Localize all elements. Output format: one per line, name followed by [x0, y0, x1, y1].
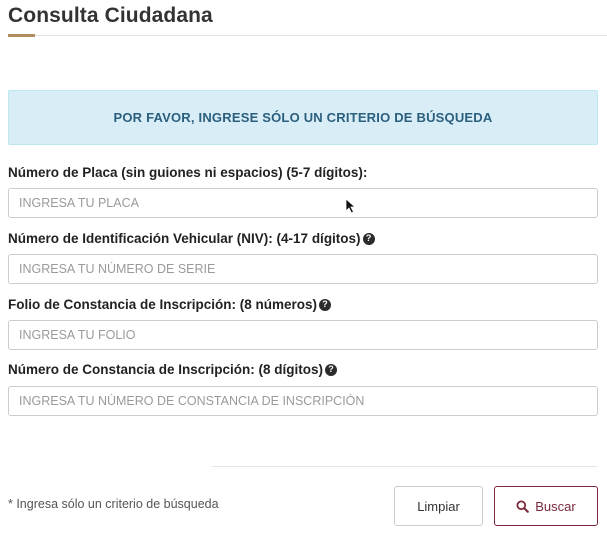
folio-input[interactable] — [8, 320, 598, 350]
clear-button-label: Limpiar — [417, 498, 460, 514]
footer-note: * Ingresa sólo un criterio de búsqueda — [8, 497, 219, 511]
vin-input[interactable] — [8, 254, 598, 284]
certificate-input[interactable] — [8, 386, 598, 416]
folio-label-text: Folio de Constancia de Inscripción: (8 n… — [8, 297, 318, 312]
question-circle-icon[interactable]: ? — [362, 232, 375, 245]
certificate-label: Número de Constancia de Inscripción: (8 … — [8, 362, 338, 377]
page-title: Consulta Ciudadana — [8, 4, 213, 27]
plate-label-text: Número de Placa (sin guiones ni espacios… — [8, 165, 368, 180]
plate-input[interactable] — [8, 188, 598, 218]
folio-label: Folio de Constancia de Inscripción: (8 n… — [8, 297, 332, 312]
vin-label: Número de Identificación Vehicular (NIV)… — [8, 231, 375, 246]
search-criteria-alert: POR FAVOR, INGRESE SÓLO UN CRITERIO DE B… — [8, 90, 598, 145]
question-circle-icon[interactable]: ? — [325, 363, 338, 376]
clear-button[interactable]: Limpiar — [394, 486, 483, 526]
vin-label-text: Número de Identificación Vehicular (NIV)… — [8, 231, 361, 246]
search-button[interactable]: Buscar — [494, 486, 598, 526]
mouse-pointer-icon — [345, 198, 357, 214]
search-icon — [516, 499, 530, 513]
search-button-label: Buscar — [535, 498, 576, 514]
question-circle-icon[interactable]: ? — [319, 298, 332, 311]
certificate-label-text: Número de Constancia de Inscripción: (8 … — [8, 362, 324, 377]
title-divider — [8, 35, 607, 36]
title-accent-bar — [8, 34, 35, 37]
alert-text: POR FAVOR, INGRESE SÓLO UN CRITERIO DE B… — [113, 110, 493, 125]
footer-divider — [212, 466, 597, 467]
plate-label: Número de Placa (sin guiones ni espacios… — [8, 165, 367, 180]
